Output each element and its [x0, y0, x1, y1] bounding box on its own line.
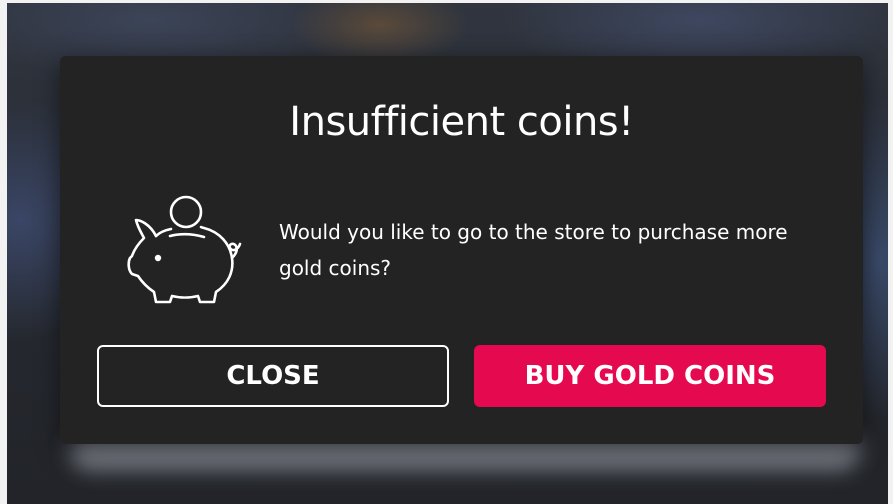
buy-gold-coins-button-label: BUY GOLD COINS [524, 361, 776, 391]
window-frame-top [0, 0, 893, 3]
dialog-message: Would you like to go to the store to pur… [279, 220, 788, 280]
dialog-title: Insufficient coins! [289, 99, 634, 145]
piggy-bank-icon [124, 192, 246, 310]
window-frame-left [0, 0, 7, 504]
close-button[interactable]: CLOSE [97, 345, 449, 407]
buy-gold-coins-button[interactable]: BUY GOLD COINS [474, 345, 826, 407]
close-button-label: CLOSE [226, 361, 320, 391]
window-frame-right [888, 0, 893, 504]
